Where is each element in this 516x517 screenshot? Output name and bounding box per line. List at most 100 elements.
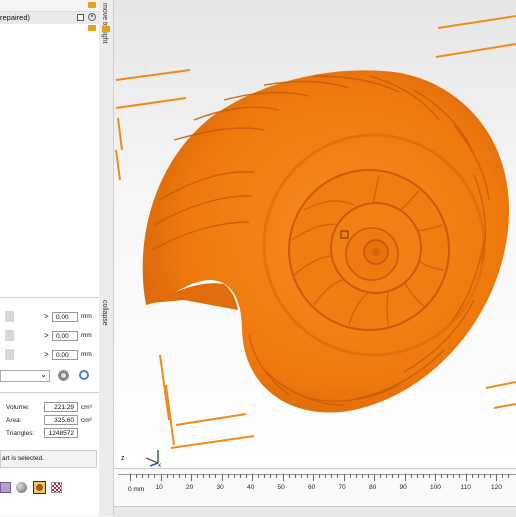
axis-z-label: z (121, 455, 125, 462)
arrow-label: > (44, 331, 49, 340)
ruler-minor-tick (209, 474, 211, 478)
ruler-minor-tick (148, 474, 150, 478)
folder-icon[interactable] (88, 25, 96, 31)
ruler-minor-tick (337, 474, 339, 478)
folder-icon[interactable] (88, 2, 96, 8)
axis-swatch (5, 311, 14, 322)
ruler-minor-tick (264, 474, 266, 478)
ruler-minor-tick (428, 474, 430, 478)
ruler-major-tick (282, 474, 284, 481)
ruler-major-tick (404, 474, 406, 481)
ruler-minor-tick (178, 474, 180, 478)
ruler-minor-tick (270, 474, 272, 478)
left-panel: repaired) × > 0.00 mm > 0.00 mm > 0.00 m… (0, 0, 100, 516)
tree-item[interactable]: repaired) × (0, 12, 99, 24)
view-icon[interactable] (0, 482, 11, 493)
z-value-input[interactable]: 0.00 (52, 350, 78, 360)
gear-icon[interactable] (58, 370, 69, 381)
ruler-major-tick (435, 474, 436, 481)
refresh-icon[interactable] (79, 370, 89, 380)
ruler-major-tick (313, 474, 314, 481)
transform-row-y: > 0.00 mm (0, 329, 99, 343)
area-label: Area: (6, 417, 22, 424)
mode-dropdown[interactable]: ⌄ (0, 370, 50, 382)
ruler-minor-tick (325, 474, 327, 478)
ruler-minor-tick (386, 474, 388, 478)
ruler-minor-tick (441, 474, 443, 478)
triangles-value: 1248572 (44, 428, 78, 438)
ruler-minor-tick (294, 474, 296, 478)
ruler-tick-label: 50 (277, 484, 285, 491)
ruler-minor-tick (184, 474, 186, 478)
ruler-minor-tick (239, 474, 241, 478)
ruler-minor-tick (502, 474, 504, 478)
ruler-zero-label: 0 mm (128, 486, 145, 493)
ruler-major-tick (343, 474, 345, 481)
volume-unit: cm³ (81, 404, 92, 411)
ruler-minor-tick (288, 474, 290, 478)
unit-label: mm (81, 313, 92, 320)
ruler-minor-tick (416, 474, 418, 478)
ruler-tick-label: 10 (155, 484, 163, 491)
transform-row-x: > 0.00 mm (0, 310, 99, 324)
axis-swatch (5, 330, 14, 341)
status-message: art is selected. (2, 455, 44, 462)
ruler-minor-tick (306, 474, 308, 478)
checker-icon[interactable] (51, 482, 62, 493)
ruler-major-tick (252, 474, 253, 481)
ruler-minor-tick (355, 474, 357, 478)
ruler-minor-tick (477, 474, 479, 478)
y-value-input[interactable]: 0.00 (52, 331, 78, 341)
axis-swatch (5, 349, 14, 360)
x-value-input[interactable]: 0.00 (52, 312, 78, 322)
ruler-major-tick (160, 474, 162, 481)
ruler-minor-tick (447, 474, 449, 478)
transform-row-z: > 0.00 mm (0, 348, 99, 362)
scene[interactable] (114, 0, 516, 468)
sphere-icon[interactable] (16, 482, 27, 493)
ruler-major-tick (374, 474, 375, 481)
ruler-tick-label: 120 (491, 484, 502, 491)
ruler-minor-tick (398, 474, 400, 478)
window-bottom-strip (114, 506, 516, 517)
solid-view-icon[interactable] (33, 481, 46, 494)
ruler-tick-label: 30 (216, 484, 224, 491)
triangles-label: Triangles: (6, 430, 35, 437)
ruler-major-tick (465, 474, 467, 481)
ruler-minor-tick (136, 474, 138, 478)
ruler-minor-tick (154, 474, 156, 478)
folder-icon[interactable] (102, 26, 110, 32)
move-to-right-tab[interactable]: move to right (101, 3, 108, 43)
ruler-minor-tick (361, 474, 363, 478)
ruler-minor-tick (172, 474, 174, 478)
status-box: art is selected. (0, 450, 97, 468)
ruler-tick-label: 20 (186, 484, 194, 491)
viewport-3d[interactable]: z x (114, 0, 516, 468)
area-value: 325.60 (44, 415, 78, 425)
tree-item-label: repaired) (0, 13, 31, 22)
ruler-minor-tick (203, 474, 205, 478)
ruler-tick-label: 100 (430, 484, 441, 491)
ruler-minor-tick (459, 474, 461, 478)
volume-value: 221.29 (44, 402, 78, 412)
visibility-checkbox[interactable] (77, 14, 84, 21)
ruler-tick-label: 110 (460, 484, 471, 491)
ruler-minor-tick (410, 474, 412, 478)
ruler-minor-tick (422, 474, 424, 478)
area-unit: cm² (81, 417, 92, 424)
ruler-minor-tick (166, 474, 168, 478)
ruler-minor-tick (508, 474, 510, 478)
tree-header (0, 0, 99, 12)
collapse-tab[interactable]: collapse (101, 300, 108, 326)
ruler-minor-tick (453, 474, 455, 478)
ruler-major-tick (221, 474, 223, 481)
ruler-minor-tick (331, 474, 333, 478)
axis-gizmo (145, 450, 159, 467)
ruler-minor-tick (319, 474, 321, 478)
remove-icon[interactable]: × (88, 13, 96, 21)
ruler-minor-tick (215, 474, 217, 478)
bottom-toolbar (0, 478, 99, 498)
ammonite-model[interactable] (142, 70, 509, 413)
ruler-minor-tick (349, 474, 351, 478)
unit-label: mm (81, 332, 92, 339)
